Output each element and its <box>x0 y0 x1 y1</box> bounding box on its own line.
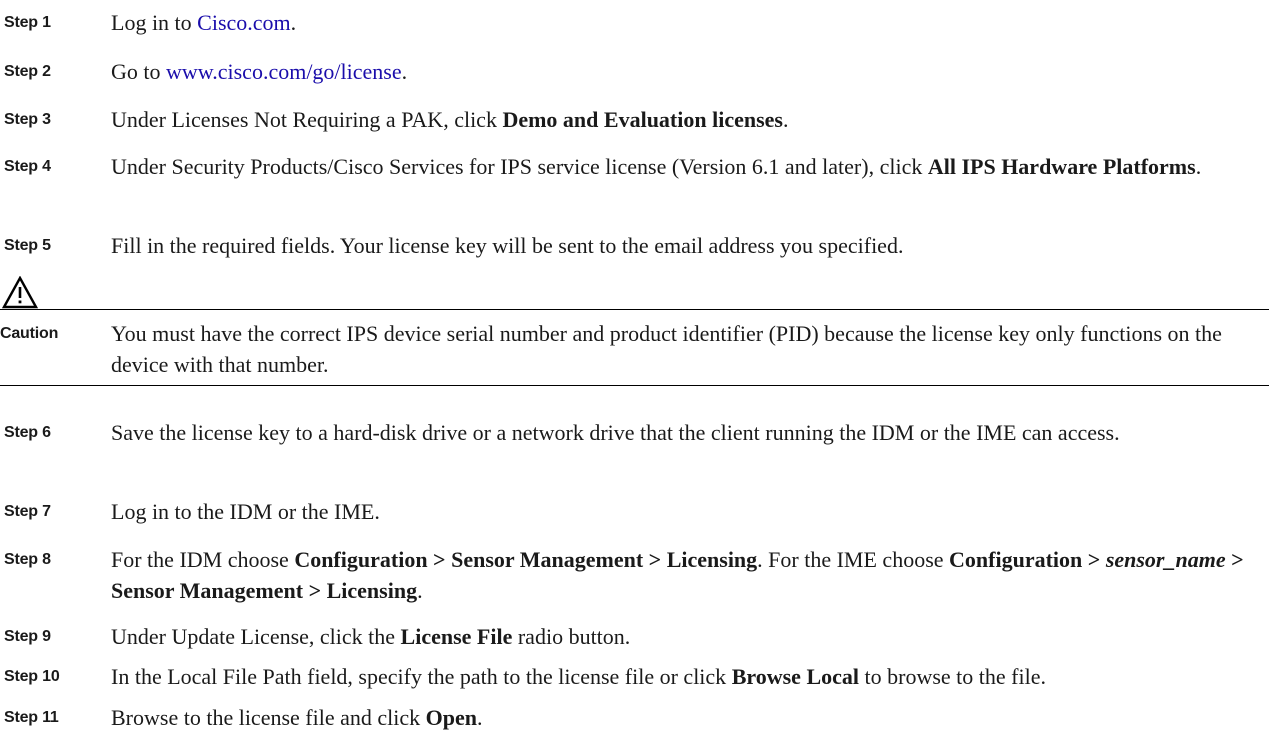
step-text: Save the license key to a hard-disk driv… <box>111 420 1120 445</box>
caution-text: You must have the correct IPS device ser… <box>111 321 1222 377</box>
step-label: Step 6 <box>4 424 51 441</box>
step-label: Step 5 <box>4 237 51 254</box>
caution-label: Caution <box>0 325 59 342</box>
step-text: Log in to the IDM or the IME. <box>111 499 380 524</box>
step-text: Under Licenses Not Requiring a PAK, clic… <box>111 107 789 132</box>
caution-bottom-rule <box>0 385 1269 386</box>
step-text: Under Security Products/Cisco Services f… <box>111 154 1202 179</box>
step-label: Step 4 <box>4 158 51 175</box>
step-text: In the Local File Path field, specify th… <box>111 664 1046 689</box>
step-label: Step 9 <box>4 628 51 645</box>
step-text: Log in to Cisco.com. <box>111 10 297 35</box>
caution-top-rule <box>0 309 1269 310</box>
step-label: Step 2 <box>4 63 51 80</box>
step-text: For the IDM choose Configuration > Senso… <box>111 547 1244 603</box>
step-label: Step 3 <box>4 111 51 128</box>
step-text: Under Update License, click the License … <box>111 624 631 649</box>
step-label: Step 8 <box>4 551 51 568</box>
warning-triangle-icon <box>2 276 38 309</box>
step-text: Fill in the required fields. Your licens… <box>111 233 904 258</box>
cisco-com-link[interactable]: Cisco.com <box>197 10 291 35</box>
license-url-link[interactable]: www.cisco.com/go/license <box>166 59 402 84</box>
step-label: Step 10 <box>4 668 60 685</box>
step-label: Step 1 <box>4 14 51 31</box>
step-text: Go to www.cisco.com/go/license. <box>111 59 408 84</box>
step-label: Step 7 <box>4 503 51 520</box>
step-text: Browse to the license file and click Ope… <box>111 705 483 730</box>
step-label: Step 11 <box>4 709 59 726</box>
